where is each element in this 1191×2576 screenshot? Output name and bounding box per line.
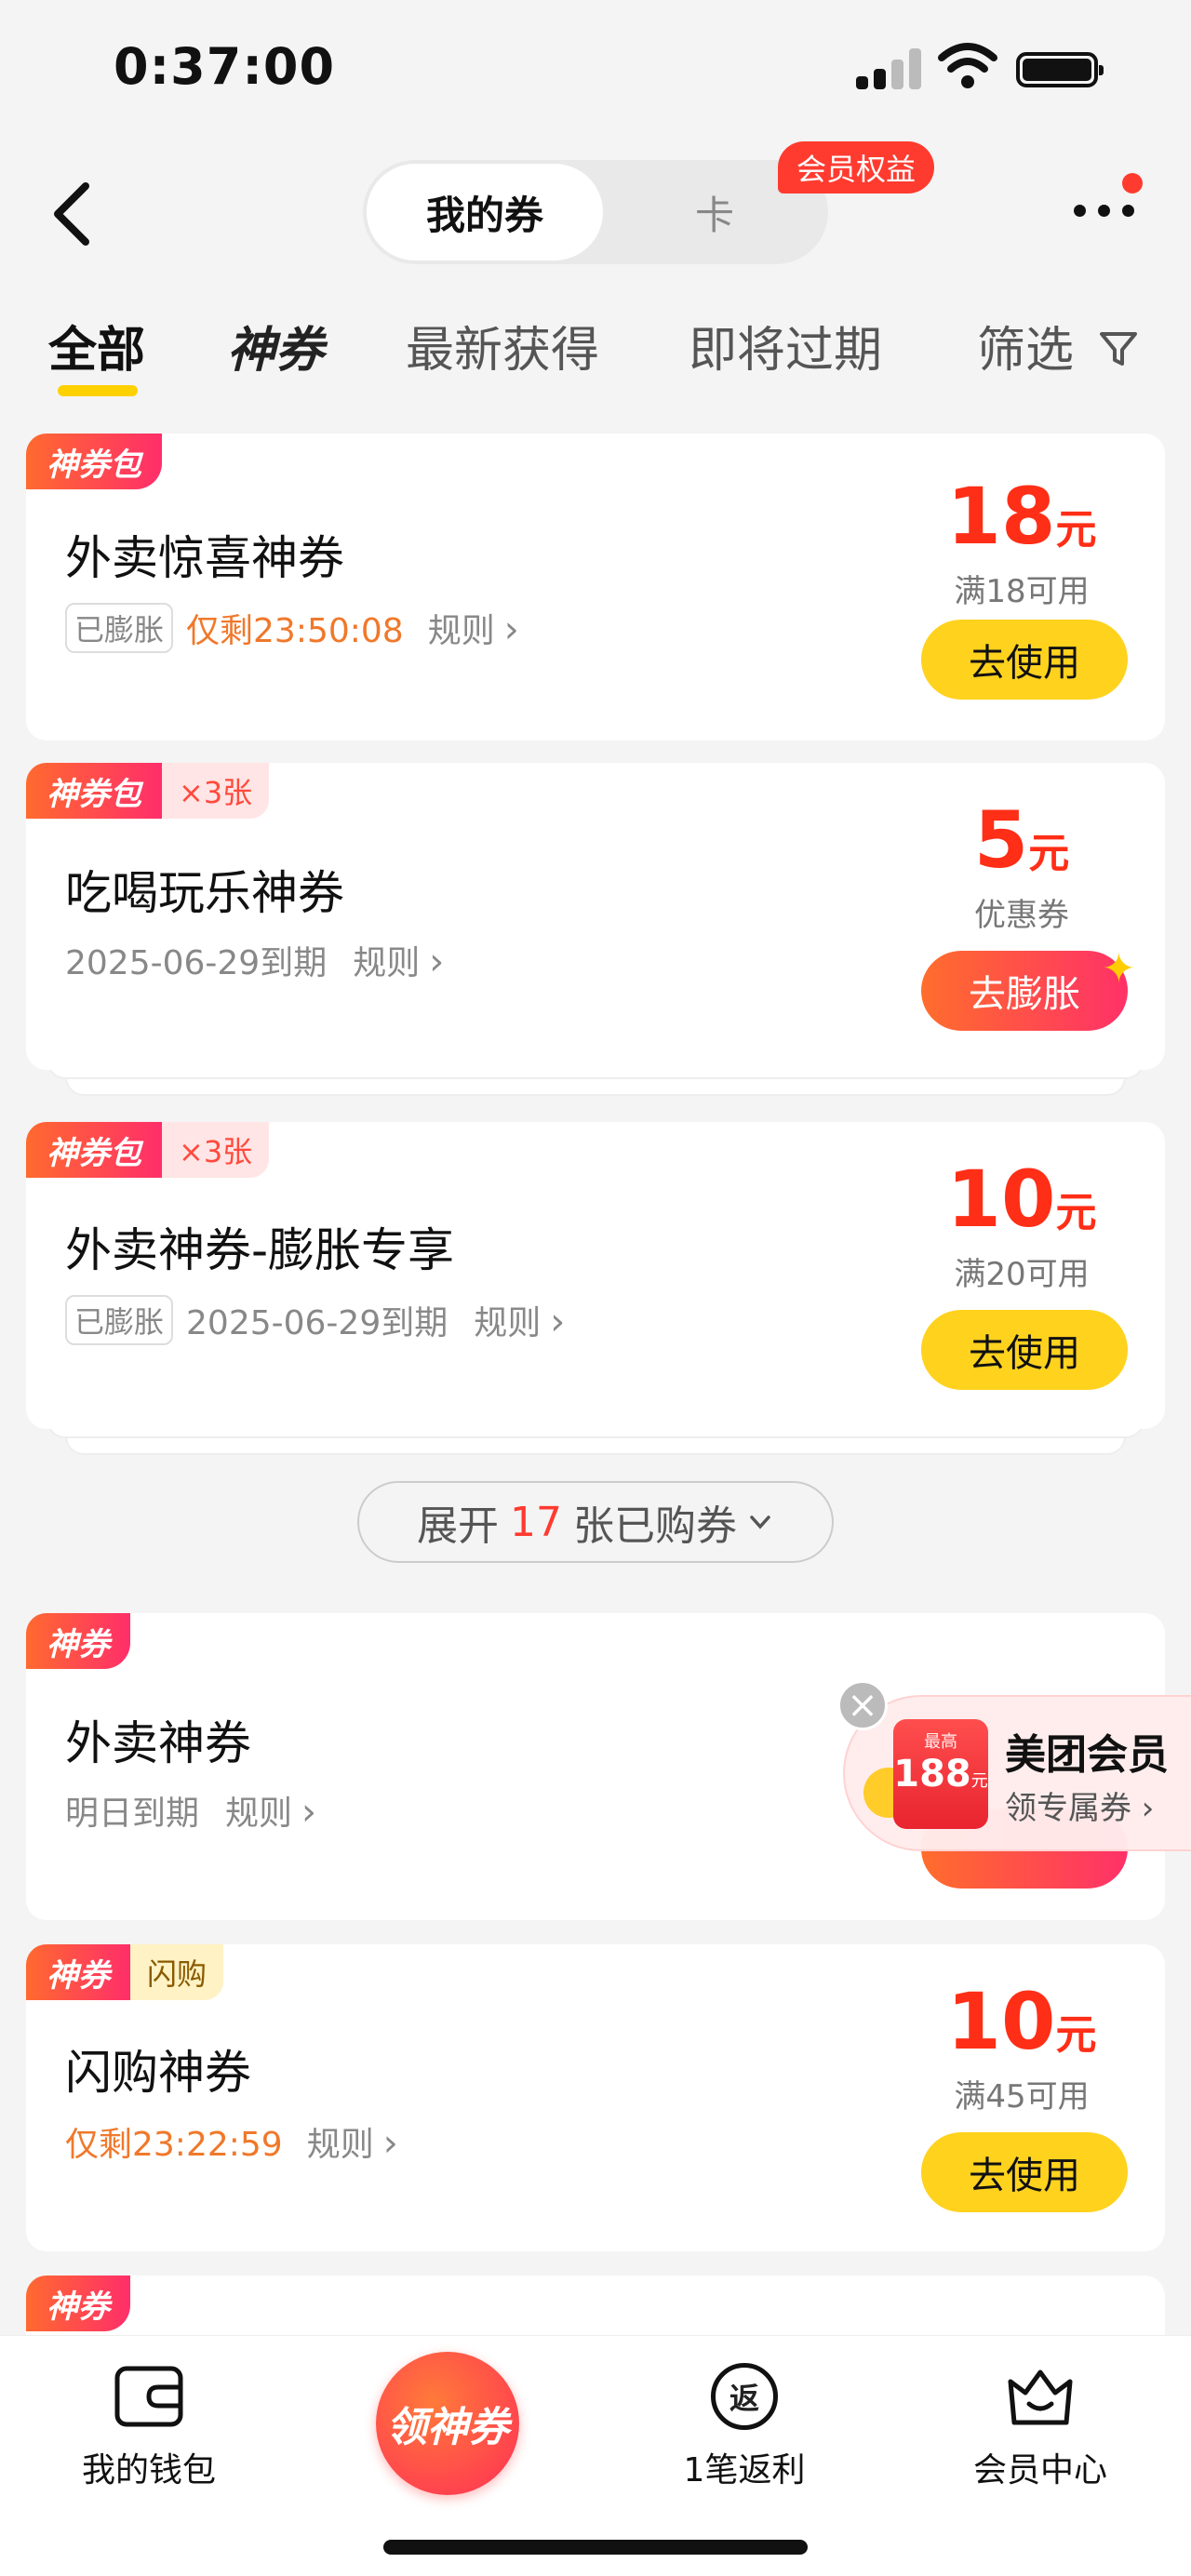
coupon-amount: 5元 (973, 794, 1070, 886)
filter-expiring[interactable]: 即将过期 (689, 311, 882, 380)
expand-purchased-button[interactable]: 展开 17 张已购券 (357, 1481, 834, 1563)
coupon-card[interactable]: 神券包 外卖惊喜神券 已膨胀 仅剩23:50:08 规则 18元 满18可用 去… (26, 434, 1165, 741)
filter-newest[interactable]: 最新获得 (406, 311, 599, 380)
coupon-meta: 仅剩23:22:59 规则 (65, 2117, 398, 2166)
coupon-meta: 2025-06-29到期 规则 (65, 936, 444, 984)
close-icon[interactable]: × (837, 1680, 888, 1730)
coupon-title: 吃喝玩乐神券 (65, 866, 344, 920)
coupon-card[interactable]: 神券包 ×3张 吃喝玩乐神券 2025-06-29到期 规则 5元 优惠券 去膨… (26, 763, 1165, 1070)
god-coupon-tag: 神券 (26, 2276, 130, 2331)
use-button[interactable]: 去使用 (921, 620, 1128, 700)
status-time: 0:37:00 (114, 37, 336, 96)
rule-link[interactable]: 规则 (307, 2117, 398, 2166)
get-god-coupon-button[interactable]: 领神券 (376, 2352, 519, 2495)
expiry-date: 2025-06-29到期 (186, 1304, 448, 1342)
nav-wallet[interactable]: 我的钱包 (65, 2363, 233, 2489)
nav-label: 1笔返利 (683, 2451, 806, 2489)
use-button[interactable]: 去使用 (921, 2132, 1128, 2212)
rule-link[interactable]: 规则 (474, 1296, 565, 1344)
coupon-amount: 18元 (946, 471, 1097, 562)
vip-promo-subtitle: 领专属券 › (1005, 1790, 1155, 1827)
tag-row: 神券 闪购 (26, 1944, 224, 2000)
countdown: 仅剩23:22:59 (65, 2126, 283, 2164)
quantity-tag: ×3张 (162, 1122, 270, 1178)
use-button[interactable]: 去使用 (921, 1310, 1128, 1390)
coupon-pack-tag: 神券包 (26, 1122, 162, 1178)
coupon-condition: 满18可用 (954, 573, 1090, 610)
sparkle-icon: ✦ (1102, 945, 1136, 993)
coupon-pack-tag: 神券包 (26, 434, 162, 489)
expanded-badge: 已膨胀 (65, 603, 174, 653)
vip-benefits-badge: 会员权益 (778, 141, 935, 194)
back-arrow-icon[interactable] (45, 177, 100, 251)
rule-link[interactable]: 规则 (428, 604, 519, 652)
tab-my-coupons[interactable]: 我的券 (367, 164, 603, 260)
coupon-title: 闪购神券 (65, 2046, 251, 2100)
rule-link[interactable]: 规则 (225, 1786, 316, 1835)
expiry-date: 2025-06-29到期 (65, 944, 328, 982)
coupon-condition: 满20可用 (954, 1256, 1090, 1293)
filter-all[interactable]: 全部 (48, 311, 145, 380)
rebate-icon: 返 (711, 2363, 778, 2430)
expand-coupon-button[interactable]: 去膨胀 (921, 951, 1128, 1031)
expanded-badge: 已膨胀 (65, 1295, 174, 1345)
chevron-down-icon (750, 1515, 770, 1529)
wallet-icon (114, 2366, 183, 2427)
filter-god-coupon[interactable]: 神券 (227, 311, 324, 380)
coupon-condition: 优惠券 (974, 897, 1069, 934)
vip-coupon-graphic: 最高 188元 (893, 1719, 988, 1829)
coupon-condition: 满45可用 (954, 2078, 1090, 2116)
coupon-title: 外卖神券-膨胀专享 (65, 1223, 455, 1277)
wifi-icon (938, 43, 997, 88)
coupon-card[interactable]: 神券 闪购 闪购神券 仅剩23:22:59 规则 10元 满45可用 去使用 (26, 1944, 1165, 2251)
quantity-tag: ×3张 (162, 763, 270, 819)
more-icon[interactable] (1074, 195, 1139, 223)
cellular-signal-icon (856, 47, 923, 89)
nav-rebate[interactable]: 返 1笔返利 (661, 2363, 828, 2489)
coupon-pack-tag: 神券包 (26, 763, 162, 819)
nav-label: 会员中心 (972, 2451, 1107, 2489)
coupon-title: 外卖神券 (65, 1716, 251, 1770)
coupon-meta: 明日到期 规则 (65, 1786, 316, 1835)
funnel-icon (1099, 332, 1137, 366)
coupon-meta: 已膨胀 仅剩23:50:08 规则 (65, 603, 519, 653)
flash-sale-tag: 闪购 (130, 1944, 224, 2000)
rule-link[interactable]: 规则 (353, 936, 444, 984)
tag-row: 神券包 ×3张 (26, 763, 270, 819)
countdown: 仅剩23:50:08 (186, 612, 404, 650)
home-indicator (383, 2540, 808, 2555)
coupon-card[interactable]: 神券包 ×3张 外卖神券-膨胀专享 已膨胀 2025-06-29到期 规则 10… (26, 1122, 1165, 1429)
god-coupon-tag: 神券 (26, 1613, 130, 1669)
nav-vip-center[interactable]: 会员中心 (957, 2363, 1124, 2489)
coupon-amount: 10元 (946, 1154, 1097, 1245)
notification-dot (1122, 173, 1143, 194)
active-tab-underline (58, 385, 138, 396)
filter-button[interactable]: 筛选 (977, 311, 1140, 380)
nav-label: 我的钱包 (81, 2451, 216, 2489)
vip-promo-title: 美团会员 (1005, 1731, 1169, 1779)
coupon-amount: 10元 (946, 1976, 1097, 2067)
coupon-title: 外卖惊喜神券 (65, 531, 344, 585)
god-coupon-tag: 神券 (26, 1944, 130, 2000)
crown-bag-icon (1008, 2369, 1073, 2425)
tag-row: 神券包 ×3张 (26, 1122, 270, 1178)
coupon-meta: 已膨胀 2025-06-29到期 规则 (65, 1295, 565, 1345)
filter-label: 筛选 (977, 323, 1075, 379)
expiry-date: 明日到期 (65, 1795, 200, 1833)
battery-icon (1016, 52, 1104, 87)
